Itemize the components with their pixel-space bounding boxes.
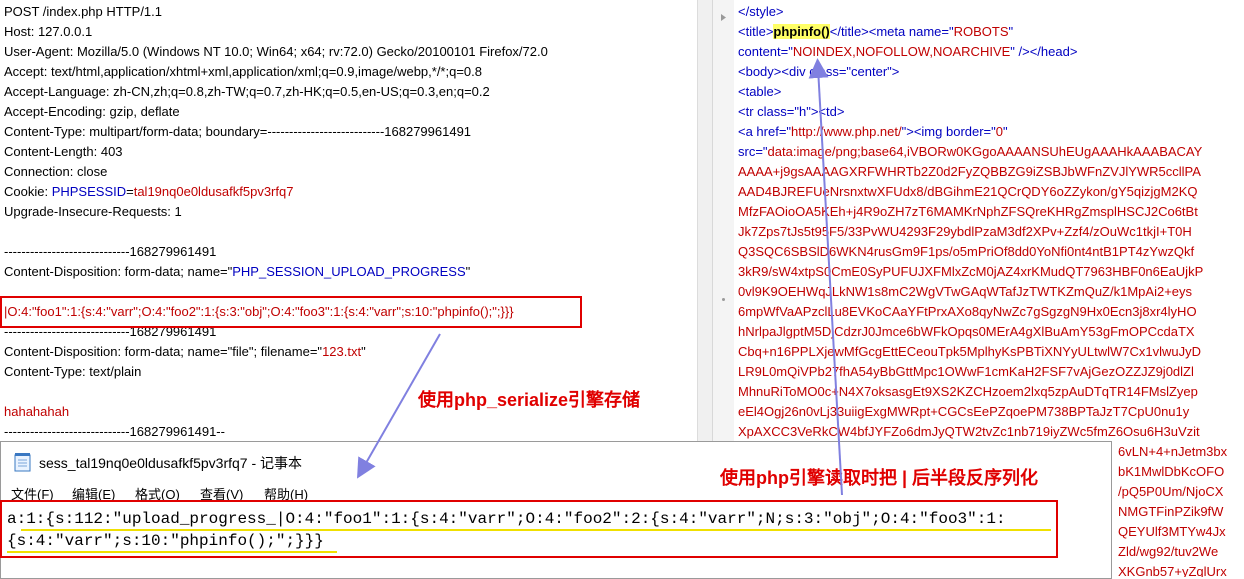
arrow-right <box>808 58 843 496</box>
arrow-left <box>357 333 441 479</box>
annotation-arrows <box>357 58 843 496</box>
